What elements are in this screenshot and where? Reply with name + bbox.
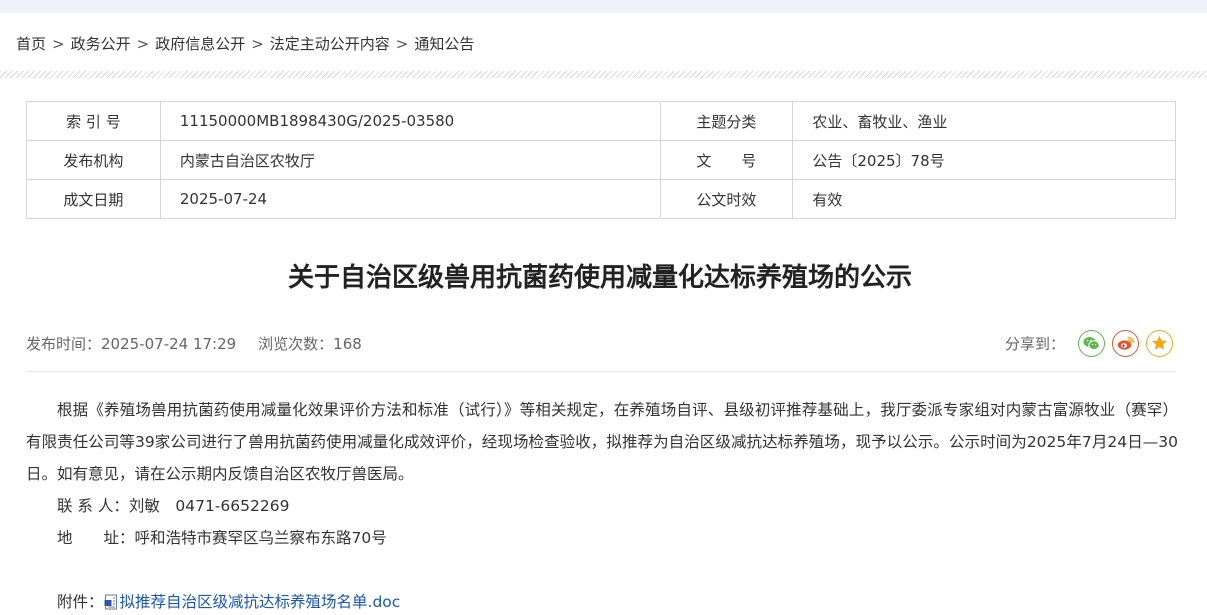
article-info: 发布时间：2025-07-24 17:29 浏览次数：168: [26, 332, 362, 356]
share-qzone-button[interactable]: [1146, 329, 1173, 357]
breadcrumb-gov-info[interactable]: 政府信息公开: [155, 35, 245, 53]
breadcrumb-separator: >: [52, 35, 65, 53]
breadcrumb-separator: >: [251, 35, 264, 53]
article-title: 关于自治区级兽用抗菌药使用减量化达标养殖场的公示: [287, 263, 912, 293]
info-divider: [26, 371, 1176, 372]
breadcrumb-home[interactable]: 首页: [16, 35, 46, 53]
breadcrumb-separator: >: [136, 35, 150, 53]
breadcrumb: 首页 > 政务公开 > 政府信息公开 > 法定主动公开内容 > 通知公告: [16, 32, 474, 56]
attachment-label: 附件：: [57, 593, 104, 611]
index-label: 索 引 号: [26, 101, 161, 141]
docno-label: 文 号: [659, 140, 794, 180]
share-wechat-button[interactable]: [1078, 329, 1105, 357]
contact-line: 联 系 人：刘敏 0471-6652269: [57, 497, 290, 515]
date-value: 2025-07-24: [159, 179, 661, 219]
breadcrumb-separator: >: [395, 35, 409, 53]
topic-value: 农业、畜牧业、渔业: [792, 101, 1176, 141]
validity-label: 公文时效: [659, 179, 794, 219]
document-meta-table: 索 引 号 11150000MB1898430G/2025-03580 主题分类…: [26, 101, 1176, 219]
dotted-divider: [0, 71, 1207, 78]
meta-row: 发布机构 内蒙古自治区农牧厅 文 号 公告〔2025〕78号: [26, 140, 1176, 180]
docno-value: 公告〔2025〕78号: [792, 140, 1176, 180]
date-label: 成文日期: [26, 179, 161, 219]
share-weibo-button[interactable]: [1112, 329, 1139, 357]
doc-file-icon: [104, 594, 117, 610]
index-value: 11150000MB1898430G/2025-03580: [159, 101, 661, 141]
meta-row: 成文日期 2025-07-24 公文时效 有效: [26, 179, 1176, 219]
publish-time: 发布时间：2025-07-24 17:29: [26, 335, 237, 353]
top-banner-strip: [0, 0, 1207, 13]
attachment-link[interactable]: 拟推荐自治区级减抗达标养殖场名单.doc: [120, 593, 401, 611]
wechat-icon: [1083, 336, 1100, 350]
article-body: 根据《养殖场兽用抗菌药使用减量化效果评价方法和标准（试行）》等相关规定，在养殖场…: [26, 394, 1178, 615]
address-line: 地 址：呼和浩特市赛罕区乌兰察布东路70号: [57, 529, 387, 547]
breadcrumb-gov-affairs[interactable]: 政务公开: [71, 35, 131, 53]
weibo-icon: [1117, 336, 1134, 350]
publisher-value: 内蒙古自治区农牧厅: [159, 140, 661, 180]
attachment-line: 附件： 拟推荐自治区级减抗达标养殖场名单.doc: [26, 586, 1178, 615]
breadcrumb-notices[interactable]: 通知公告: [414, 35, 474, 53]
validity-value: 有效: [792, 179, 1176, 219]
share-label: 分享到：: [1004, 334, 1065, 353]
body-paragraph: 根据《养殖场兽用抗菌药使用减量化效果评价方法和标准（试行）》等相关规定，在养殖场…: [26, 401, 1178, 483]
share-bar: 分享到：: [1005, 329, 1173, 357]
topic-label: 主题分类: [659, 101, 794, 141]
meta-row: 索 引 号 11150000MB1898430G/2025-03580 主题分类…: [26, 101, 1176, 141]
breadcrumb-statutory-content[interactable]: 法定主动公开内容: [270, 35, 390, 53]
star-icon: [1152, 335, 1167, 350]
publisher-label: 发布机构: [26, 140, 161, 180]
view-count: 浏览次数：168: [258, 335, 362, 353]
